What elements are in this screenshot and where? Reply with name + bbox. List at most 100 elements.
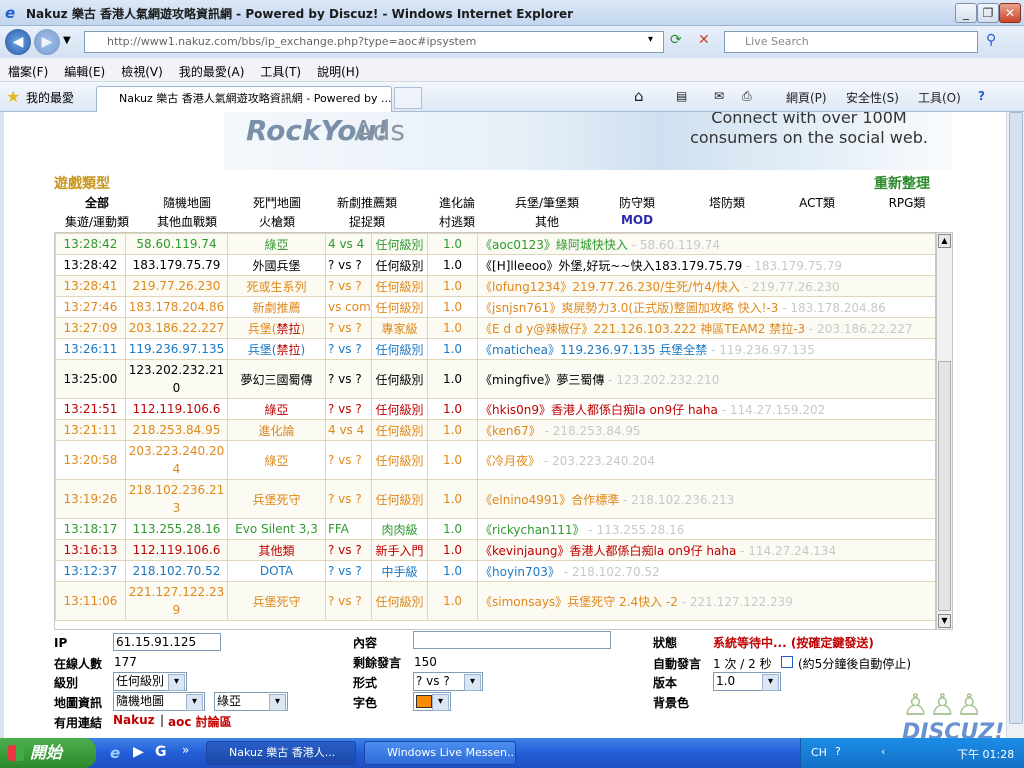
version-select[interactable]: 1.0 — [713, 672, 781, 691]
refresh-button[interactable]: 重新整理 — [874, 173, 930, 193]
tray-help-icon[interactable]: ? — [835, 745, 841, 758]
forward-button[interactable]: ▶ — [34, 29, 60, 55]
menu-file[interactable]: 檔案(F) — [0, 58, 56, 85]
help-icon[interactable]: ? — [978, 89, 985, 103]
favorites-star-icon[interactable]: ★ — [6, 87, 20, 106]
chat-message: 《冷月夜》 - 203.223.240.204 — [477, 440, 935, 480]
chat-scrollbar-thumb[interactable] — [938, 361, 951, 611]
chat-user[interactable]: jsnjsn761 — [492, 301, 549, 315]
search-input[interactable]: Live Search — [724, 31, 978, 53]
scroll-down-icon[interactable]: ▼ — [938, 614, 951, 628]
chat-scrollbar[interactable]: ▲ ▼ — [936, 232, 953, 630]
cat-death-map[interactable]: 死鬥地圖 — [232, 194, 322, 211]
chat-user[interactable]: elnino4991 — [492, 493, 559, 507]
chat-user[interactable]: ken67 — [492, 424, 529, 438]
chat-message: 《hoyin703》 - 218.102.70.52 — [477, 560, 935, 582]
back-button[interactable]: ◀ — [5, 29, 31, 55]
link-aoc-forum[interactable]: aoc 討論區 — [168, 713, 232, 730]
safety-menu[interactable]: 安全性(S) — [846, 89, 899, 106]
language-indicator[interactable]: CH — [811, 746, 827, 759]
chat-user[interactable]: lofung1234 — [492, 280, 560, 294]
cat-defense[interactable]: 防守類 — [592, 194, 682, 211]
refresh-icon[interactable]: ⟳ — [670, 32, 682, 48]
cat-act[interactable]: ACT類 — [772, 194, 862, 211]
menu-tools[interactable]: 工具(T) — [252, 58, 309, 85]
chat-user[interactable]: hkis0n9 — [492, 403, 539, 417]
chat-user[interactable]: aoc0123 — [492, 238, 544, 252]
history-dropdown-icon[interactable]: ▼ — [63, 35, 71, 46]
chat-user[interactable]: matichea — [492, 343, 548, 357]
chat-user[interactable]: E d d y@辣椒仔 — [492, 322, 581, 336]
chat-text: 香港人都係白痴la on9仔 haha — [551, 402, 718, 417]
page-scrollbar-thumb[interactable] — [1009, 112, 1023, 724]
start-button[interactable]: 開始 — [0, 738, 96, 768]
format-select[interactable]: ? vs ? — [413, 672, 483, 691]
menu-favorites[interactable]: 我的最愛(A) — [171, 58, 253, 85]
task-ie-window[interactable]: Nakuz 樂古 香港人... — [206, 741, 356, 765]
address-dropdown-icon[interactable]: ▾ — [648, 34, 653, 45]
cat-rpg[interactable]: RPG類 — [862, 194, 952, 211]
chat-user[interactable]: rickychan111 — [492, 523, 573, 537]
chat-user[interactable]: mingfive — [492, 373, 544, 387]
chat-user[interactable]: 冷月夜 — [492, 454, 528, 468]
close-button[interactable]: ✕ — [999, 3, 1021, 23]
chat-user[interactable]: simonsays — [492, 595, 555, 609]
cat-tower-defense[interactable]: 塔防類 — [682, 194, 772, 211]
link-nakuz[interactable]: Nakuz — [113, 713, 155, 727]
print-icon[interactable]: ⎙ — [742, 89, 752, 104]
chat-user[interactable]: [H]lleeoo — [492, 259, 547, 273]
minimize-button[interactable]: _ — [955, 3, 977, 23]
mail-icon[interactable]: ✉ — [714, 89, 724, 103]
content-input[interactable] — [413, 631, 611, 649]
stop-icon[interactable]: ✕ — [698, 32, 710, 48]
ip-input[interactable]: 61.15.91.125 — [113, 633, 221, 651]
cat-evolution[interactable]: 進化論 — [412, 194, 502, 211]
chat-ip-trailer: - 113.255.28.16 — [584, 522, 685, 537]
cat-new-recommend[interactable]: 新劇推薦類 — [322, 194, 412, 211]
chat-text: 221.126.103.222 神區TEAM2 禁拉-3 — [593, 321, 806, 336]
cat-gun[interactable]: 火槍類 — [232, 213, 322, 230]
search-icon[interactable]: ⚲ — [986, 32, 996, 48]
tray-expand-icon[interactable]: ‹ — [881, 745, 885, 758]
ad-banner[interactable]: RockYou! Ads Connect with over 100M cons… — [224, 112, 952, 170]
cat-sports[interactable]: 集遊/運動類 — [52, 213, 142, 230]
task-messenger-window[interactable]: Windows Live Messen... — [364, 741, 516, 765]
tools-menu[interactable]: 工具(O) — [918, 89, 961, 106]
quicklaunch-more-icon[interactable]: » — [182, 743, 189, 757]
quicklaunch-ie-icon[interactable]: e — [110, 744, 120, 762]
menu-view[interactable]: 檢視(V) — [113, 58, 171, 85]
scroll-up-icon[interactable]: ▲ — [938, 234, 951, 248]
task-messenger-label: Windows Live Messen... — [387, 746, 516, 759]
tab-nakuz[interactable]: Nakuz 樂古 香港人氣網遊攻略資訊網 - Powered by ... — [96, 86, 392, 112]
cat-mod[interactable]: MOD — [592, 213, 682, 227]
feeds-icon[interactable]: ▤ — [676, 89, 687, 103]
map-category-select[interactable]: 隨機地圖 — [113, 692, 205, 711]
chat-game: 其他類 — [227, 539, 326, 561]
cat-random-map[interactable]: 隨機地圖 — [142, 194, 232, 211]
cat-escape[interactable]: 村逃類 — [412, 213, 502, 230]
cat-other-battle[interactable]: 其他血戰類 — [142, 213, 232, 230]
new-tab-button[interactable] — [394, 87, 422, 109]
color-select[interactable] — [413, 692, 451, 711]
cat-other[interactable]: 其他 — [502, 213, 592, 230]
map-select[interactable]: 綠亞 — [214, 692, 288, 711]
page-menu[interactable]: 網頁(P) — [786, 89, 827, 106]
home-icon[interactable]: ⌂ — [634, 87, 644, 105]
page-scrollbar[interactable] — [1006, 112, 1024, 738]
quicklaunch-media-icon[interactable]: ▶ — [133, 744, 144, 760]
address-input[interactable]: http://www1.nakuz.com/bbs/ip_exchange.ph… — [84, 31, 664, 53]
chat-user[interactable]: kevinjaung — [492, 544, 557, 558]
menu-edit[interactable]: 編輯(E) — [56, 58, 113, 85]
maximize-button[interactable]: ❐ — [977, 3, 999, 23]
level-select[interactable]: 任何級別 — [113, 672, 187, 691]
favorites-button[interactable]: 我的最愛 — [26, 89, 74, 106]
cat-castle[interactable]: 兵堡/筆堡類 — [502, 194, 592, 211]
quicklaunch-google-icon[interactable]: G — [155, 744, 167, 760]
chat-user[interactable]: hoyin703 — [492, 565, 548, 579]
cat-catch[interactable]: 捉捉類 — [322, 213, 412, 230]
auto-post-checkbox[interactable] — [781, 656, 793, 668]
cat-all[interactable]: 全部 — [52, 194, 142, 211]
menu-help[interactable]: 說明(H) — [309, 58, 367, 85]
chat-list[interactable]: 13:28:42 58.60.119.74 綠亞 4 vs 4 任何級別 1.0 《aoc0… — [54, 232, 936, 630]
auto-post-note: (約5分鐘後自動停止) — [798, 657, 911, 671]
